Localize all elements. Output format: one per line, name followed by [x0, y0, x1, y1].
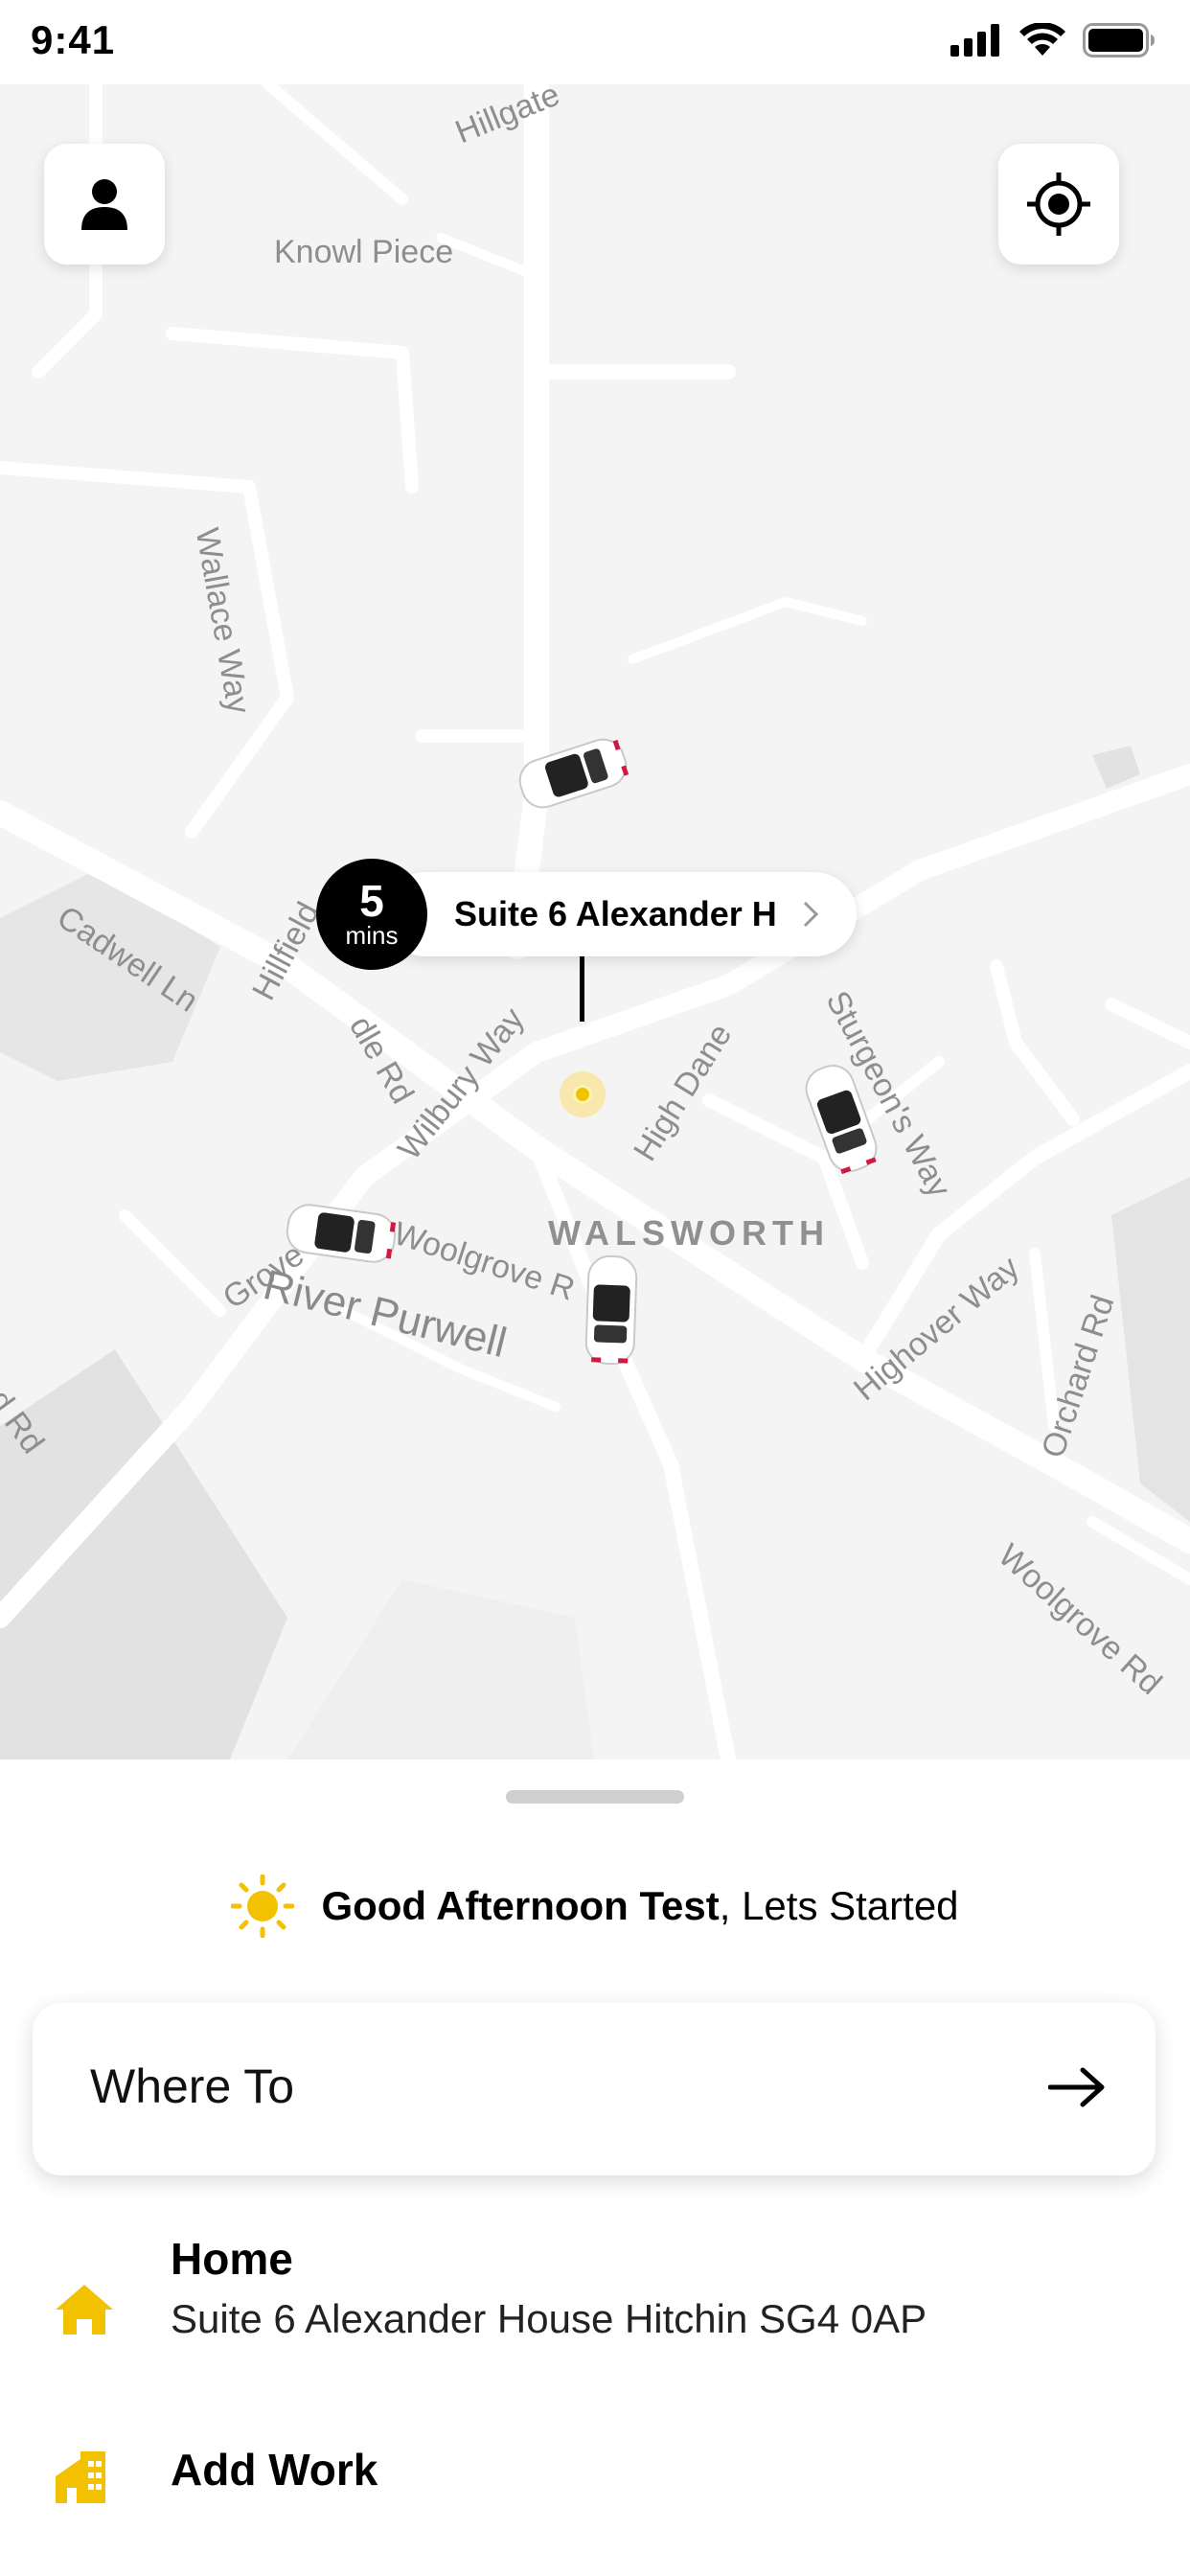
saved-place-home[interactable]: Home Suite 6 Alexander House Hitchin SG4…: [0, 2225, 1190, 2359]
bottom-sheet: Good Afternoon Test, Lets Started Where …: [0, 1760, 1190, 2576]
cellular-signal-icon: [950, 24, 999, 57]
pickup-pin-stem: [580, 956, 584, 1022]
eta-badge: 5 mins: [316, 859, 427, 970]
pickup-address: Suite 6 Alexander H: [454, 894, 777, 933]
wifi-icon: [1019, 23, 1065, 56]
saved-place-work[interactable]: Add Work: [0, 2423, 1190, 2528]
place-title: Home: [171, 2234, 293, 2284]
home-icon: [56, 2285, 113, 2334]
greeting-text: Good Afternoon Test, Lets Started: [321, 1883, 958, 1929]
sun-icon: [231, 1874, 295, 1938]
building-icon: [56, 2451, 105, 2503]
where-to-label: Where To: [90, 2059, 295, 2113]
arrow-right-icon: [1048, 2067, 1105, 2107]
status-icons: [950, 23, 1156, 58]
greeting: Good Afternoon Test, Lets Started: [0, 1874, 1190, 1938]
place-title: Add Work: [171, 2445, 378, 2495]
battery-icon: [1083, 23, 1155, 58]
pickup-location-pill[interactable]: Suite 6 Alexander H: [383, 872, 857, 956]
car-icon: [584, 1254, 638, 1366]
user-icon: [81, 179, 127, 230]
status-time: 9:41: [31, 17, 116, 62]
where-to-input[interactable]: Where To: [33, 2003, 1156, 2175]
eta-value: 5: [359, 876, 384, 926]
greeting-name: Good Afternoon Test: [321, 1883, 720, 1928]
locate-me-button[interactable]: [998, 144, 1119, 264]
chevron-right-icon: [803, 901, 819, 928]
profile-button[interactable]: [44, 144, 165, 264]
greeting-rest: , Lets Started: [719, 1883, 959, 1928]
status-bar: 9:41: [0, 0, 1190, 84]
crosshair-icon: [1027, 172, 1090, 236]
eta-unit: mins: [345, 921, 399, 950]
place-address: Suite 6 Alexander House Hitchin SG4 0AP: [171, 2296, 927, 2341]
map-view[interactable]: Hillgate Knowl Piece Wallace Way Cadwell…: [0, 84, 1190, 1760]
map-label-walsworth: WALSWORTH: [548, 1213, 830, 1253]
map-label-knowl-piece: Knowl Piece: [274, 234, 454, 270]
sheet-drag-handle[interactable]: [506, 1790, 684, 1804]
pickup-pin-dot: [573, 1085, 592, 1104]
